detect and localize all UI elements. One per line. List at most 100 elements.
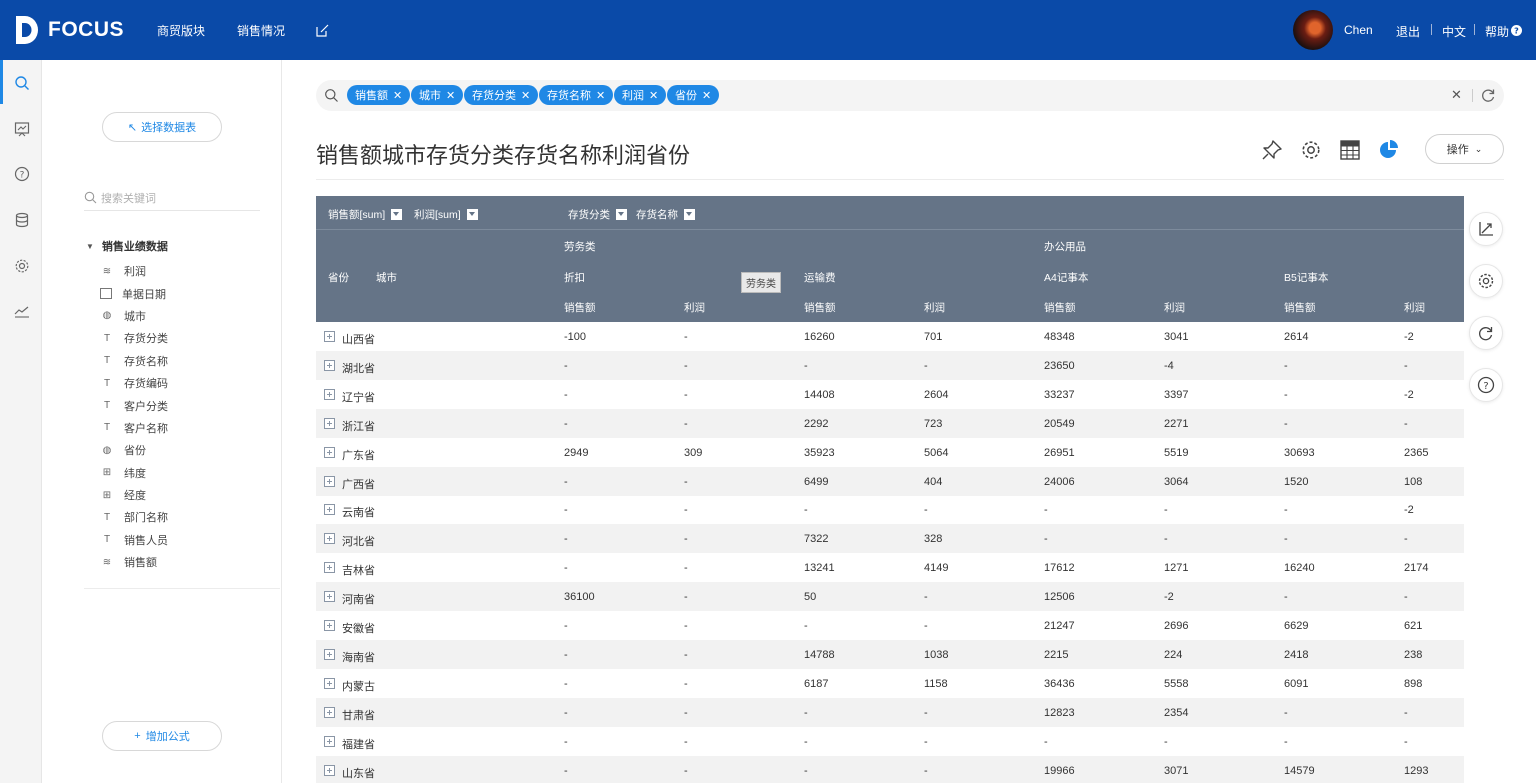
help-button[interactable]: ? — [1469, 368, 1503, 402]
brand-logo[interactable]: FOCUS — [14, 14, 124, 46]
question-icon[interactable]: ? — [14, 166, 30, 182]
field-item[interactable]: T 部门名称 — [100, 506, 168, 528]
expand-row-icon[interactable] — [324, 417, 335, 429]
select-table-button[interactable]: ↖ 选择数据表 — [102, 112, 222, 142]
database-icon[interactable] — [14, 212, 30, 228]
expand-row-icon[interactable] — [324, 706, 335, 718]
refresh-icon[interactable] — [1480, 87, 1496, 103]
expand-row-icon[interactable] — [324, 475, 335, 487]
item-header[interactable]: 折扣 — [564, 270, 585, 285]
row-header-province[interactable]: 省份 — [328, 270, 349, 285]
expand-row-icon[interactable] — [324, 735, 335, 747]
expand-row-icon[interactable] — [324, 620, 335, 631]
dropdown-icon[interactable] — [391, 209, 403, 220]
field-item[interactable]: ◍ 城市 — [100, 305, 168, 327]
field-item[interactable]: T 客户分类 — [100, 394, 168, 416]
category-header[interactable]: 办公用品 — [1044, 239, 1086, 254]
field-item[interactable]: ≋ 利润 — [100, 260, 168, 282]
dropdown-icon[interactable] — [616, 209, 627, 220]
measure-header[interactable]: 销售额 — [1284, 300, 1316, 315]
clear-search-icon[interactable]: ✕ — [1451, 87, 1462, 103]
logout-link[interactable]: 退出 — [1396, 23, 1420, 40]
nav-item-sales-status[interactable]: 销售情况 — [237, 22, 285, 39]
expand-row-icon[interactable] — [324, 764, 335, 776]
measure-header[interactable]: 利润 — [1404, 300, 1425, 315]
field-item[interactable]: ≋ 销售额 — [100, 551, 168, 573]
tree-root-sales-data[interactable]: ▼ 销售业绩数据 — [86, 238, 168, 254]
query-search-bar[interactable]: 销售额 ✕ 城市 ✕ 存货分类 ✕ 存货名称 ✕ 利润 ✕ 省份 ✕ ✕ — [316, 80, 1504, 111]
remove-chip-icon[interactable]: ✕ — [393, 89, 402, 102]
expand-row-icon[interactable] — [324, 648, 335, 660]
axis-button[interactable] — [1469, 212, 1503, 246]
measure-field-sales-sum[interactable]: 销售额[sum] — [328, 207, 403, 222]
remove-chip-icon[interactable]: ✕ — [596, 89, 605, 102]
column-field-category[interactable]: 存货分类 — [568, 207, 627, 222]
measure-header[interactable]: 销售额 — [1044, 300, 1076, 315]
gear-icon[interactable] — [1300, 139, 1322, 161]
page-title: 销售额城市存货分类存货名称利润省份 — [316, 143, 691, 168]
user-name[interactable]: Chen — [1344, 23, 1373, 37]
field-item[interactable]: ⊞ 纬度 — [100, 462, 168, 484]
item-header[interactable]: A4记事本 — [1044, 270, 1088, 285]
search-token-chip[interactable]: 省份 ✕ — [667, 85, 720, 105]
field-item[interactable]: ◍ 省份 — [100, 439, 168, 461]
table-view-icon[interactable] — [1339, 139, 1361, 161]
value-cell: -100 — [564, 331, 587, 343]
search-token-chip[interactable]: 存货名称 ✕ — [539, 85, 614, 105]
search-token-chip[interactable]: 存货分类 ✕ — [464, 85, 539, 105]
add-formula-button[interactable]: + 增加公式 — [102, 721, 222, 751]
search-token-chip[interactable]: 销售额 ✕ — [347, 85, 411, 105]
expand-row-icon[interactable] — [324, 504, 335, 516]
field-item[interactable]: T 存货分类 — [100, 327, 168, 349]
field-item[interactable]: 单据日期 — [100, 282, 168, 304]
item-header[interactable]: 运输费 — [804, 270, 836, 285]
measure-header[interactable]: 利润 — [1164, 300, 1185, 315]
dropdown-icon[interactable] — [684, 209, 695, 220]
expand-row-icon[interactable] — [324, 677, 335, 689]
field-item[interactable]: T 存货名称 — [100, 350, 168, 372]
nav-item-trade-module[interactable]: 商贸版块 — [157, 22, 205, 39]
measure-header[interactable]: 销售额 — [564, 300, 596, 315]
measure-header[interactable]: 利润 — [924, 300, 945, 315]
help-circle-icon[interactable]: ? — [1511, 25, 1522, 36]
settings-button[interactable] — [1469, 264, 1503, 298]
field-search-input[interactable]: 搜索关键词 — [84, 185, 260, 211]
operate-dropdown-button[interactable]: 操作 ⌄ — [1425, 134, 1504, 164]
remove-chip-icon[interactable]: ✕ — [702, 89, 711, 102]
field-item[interactable]: T 客户名称 — [100, 417, 168, 439]
field-item[interactable]: ⊞ 经度 — [100, 484, 168, 506]
refresh-button[interactable] — [1469, 316, 1503, 350]
column-field-item-name[interactable]: 存货名称 — [636, 207, 695, 222]
expand-row-icon[interactable] — [324, 533, 335, 545]
measure-field-profit-sum[interactable]: 利润[sum] — [414, 207, 478, 222]
search-token-chip[interactable]: 利润 ✕ — [614, 85, 667, 105]
dashboard-icon[interactable] — [14, 121, 30, 137]
measure-header[interactable]: 利润 — [684, 300, 705, 315]
remove-chip-icon[interactable]: ✕ — [446, 89, 455, 102]
item-header[interactable]: B5记事本 — [1284, 270, 1328, 285]
pin-icon[interactable] — [1261, 139, 1283, 161]
field-item[interactable]: T 存货编码 — [100, 372, 168, 394]
expand-row-icon[interactable] — [324, 359, 335, 371]
category-header[interactable]: 劳务类 — [564, 239, 596, 254]
trend-chart-icon[interactable] — [14, 303, 30, 319]
pie-chart-icon[interactable] — [1378, 139, 1400, 161]
expand-row-icon[interactable] — [324, 446, 335, 458]
user-avatar[interactable] — [1293, 10, 1333, 50]
field-item[interactable]: T 销售人员 — [100, 529, 168, 551]
gear-icon[interactable] — [14, 258, 30, 274]
remove-chip-icon[interactable]: ✕ — [649, 89, 658, 102]
measure-header[interactable]: 销售额 — [804, 300, 836, 315]
expand-row-icon[interactable] — [324, 591, 335, 603]
expand-row-icon[interactable] — [324, 388, 335, 400]
row-header-city[interactable]: 城市 — [376, 270, 397, 285]
expand-row-icon[interactable] — [324, 562, 335, 574]
search-token-chip[interactable]: 城市 ✕ — [411, 85, 464, 105]
remove-chip-icon[interactable]: ✕ — [521, 89, 530, 102]
search-icon[interactable] — [14, 75, 30, 91]
expand-row-icon[interactable] — [324, 331, 335, 342]
dropdown-icon[interactable] — [466, 209, 478, 220]
edit-icon[interactable] — [316, 24, 329, 37]
help-link[interactable]: 帮助 — [1485, 23, 1509, 40]
language-switch[interactable]: 中文 — [1442, 23, 1466, 40]
